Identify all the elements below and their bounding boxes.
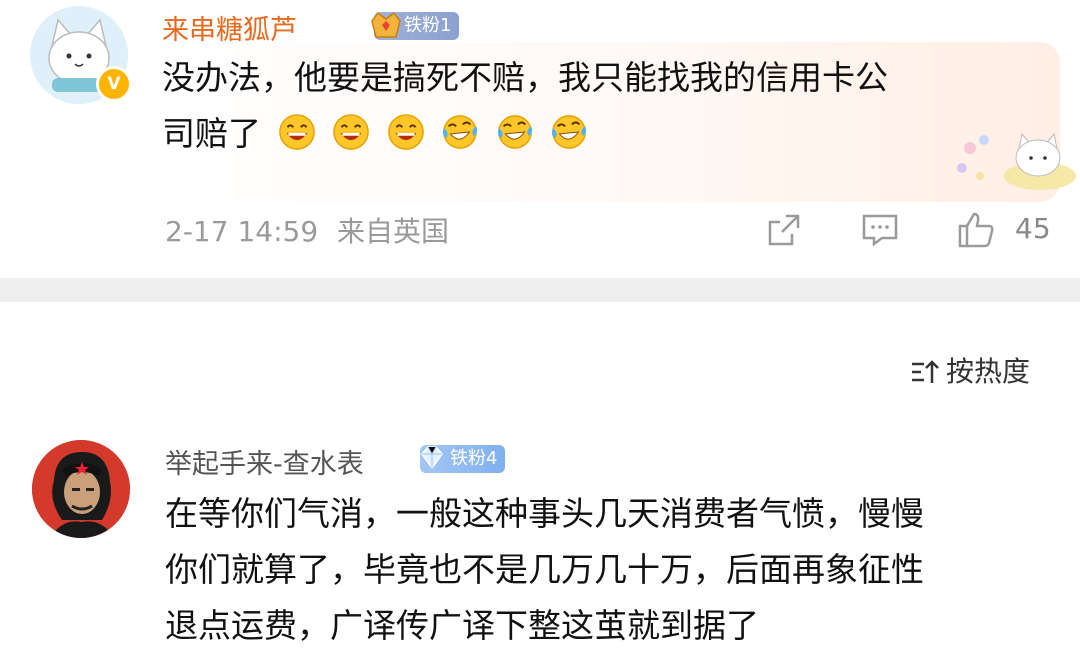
comment-meta: 2-17 14:59 来自英国	[165, 210, 449, 250]
crown-icon	[371, 11, 401, 38]
timestamp: 2-17 14:59	[165, 215, 319, 248]
laugh-emoji-icon	[333, 114, 369, 150]
laugh-emoji-icon	[278, 114, 315, 150]
verified-v-icon: V	[96, 66, 132, 102]
share-icon[interactable]	[764, 210, 804, 250]
section-divider	[0, 278, 1080, 302]
thumbs-up-icon[interactable]	[956, 210, 996, 250]
comment-text-line: 司赔了	[162, 106, 588, 162]
comment-icon[interactable]	[860, 210, 900, 250]
comment-text-line: 退点运费，广译传广译下整这茧就到据了	[165, 606, 759, 645]
cat-sticker-decoration-icon	[957, 132, 1076, 190]
diamond-icon	[421, 446, 443, 470]
fan-badge[interactable]: 铁粉4	[420, 445, 506, 473]
comment-text-line: 没办法，他要是搞死不赔，我只能找我的信用卡公	[162, 58, 888, 97]
fan-badge[interactable]: 铁粉1	[371, 11, 460, 40]
username[interactable]: 来串糖狐芦	[162, 8, 297, 47]
portrait-avatar-icon	[32, 440, 130, 538]
sort-button[interactable]: 按热度	[910, 350, 1030, 390]
avatar[interactable]	[32, 440, 130, 538]
comment-text-line: 在等你们气消，一般这种事头几天消费者气愤，慢慢	[165, 494, 924, 533]
fan-badge-label: 铁粉4	[450, 448, 498, 469]
comment-text: 司赔了	[162, 114, 261, 153]
cry-laugh-emoji-icon	[442, 115, 478, 149]
sort-icon	[912, 360, 939, 383]
comment-card: V 来串糖狐芦 铁粉1 没办法，他要是搞死不赔，我只能找我的信用卡公 司赔了 2…	[0, 0, 1080, 278]
comment-text-line: 你们就算了，毕竟也不是几万几十万，后面再象征性	[165, 550, 924, 589]
like-count: 45	[1015, 212, 1051, 245]
fan-badge-label: 铁粉1	[404, 15, 452, 36]
cry-laugh-emoji-icon	[551, 115, 587, 149]
sort-label: 按热度	[946, 355, 1031, 388]
location: 来自英国	[337, 215, 450, 248]
cry-laugh-emoji-icon	[497, 115, 532, 149]
laugh-emoji-icon	[387, 114, 424, 150]
username[interactable]: 举起手来-查水表	[165, 442, 364, 481]
